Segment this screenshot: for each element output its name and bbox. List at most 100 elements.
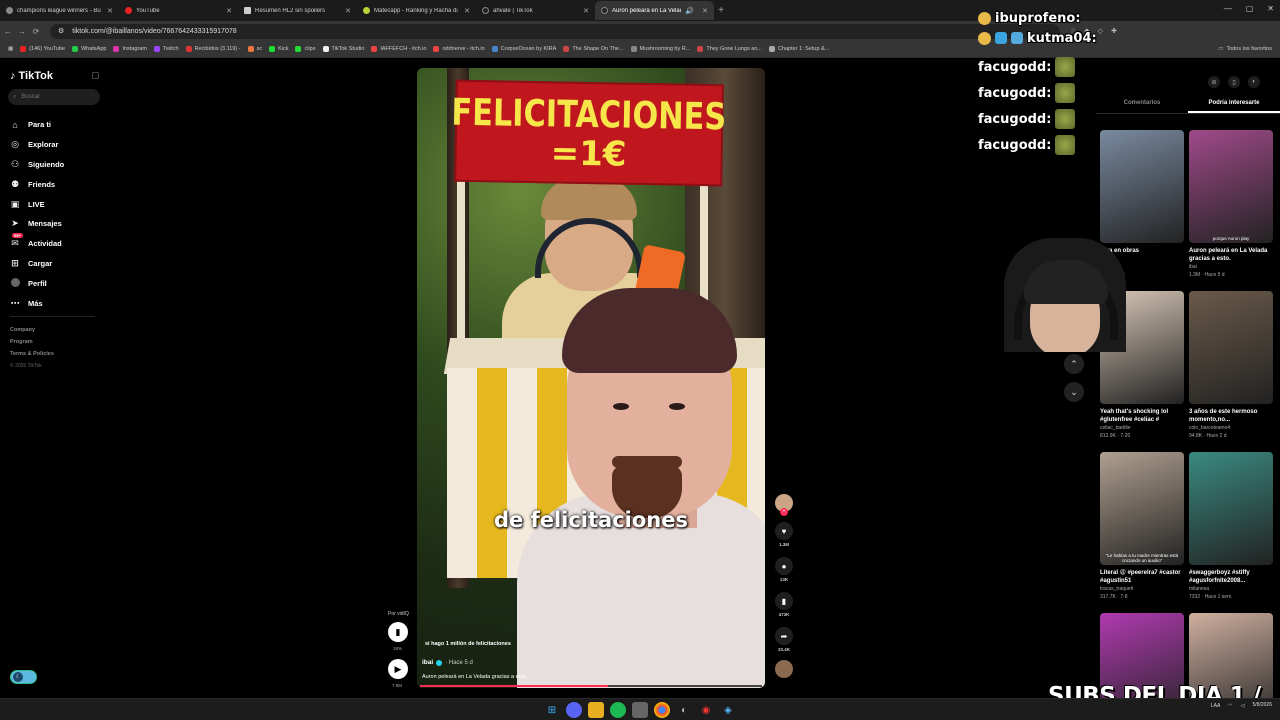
nav-item-mas[interactable]: ⋯ Más — [10, 293, 64, 313]
nav-item-cargar[interactable]: ⊞ Cargar — [10, 254, 64, 274]
bookmark[interactable]: Recibidos (3.119) - — [185, 46, 241, 52]
follow-plus-icon[interactable]: + — [780, 508, 788, 516]
folder-icon[interactable] — [588, 702, 604, 718]
close-icon[interactable]: ✕ — [464, 7, 470, 15]
music-disc-icon[interactable] — [775, 660, 793, 678]
video-player[interactable]: FELICITACIONES =1€ de felicitaciones — [417, 68, 765, 688]
video-thumbnail[interactable]: "Le habías a tu madre mientras está cruz… — [1100, 452, 1184, 565]
video-progress-bar[interactable] — [420, 685, 762, 687]
bookmark[interactable]: Chapter 1: Setup &... — [768, 46, 829, 52]
footer-link-terms[interactable]: Terms & Policies — [10, 348, 54, 360]
search-input[interactable]: ⌕ Buscar — [8, 89, 100, 105]
bookmark[interactable]: They Grew Lungs an... — [697, 46, 762, 52]
site-info-icon[interactable]: ⚙ — [58, 27, 64, 35]
card-author[interactable]: milanesa — [1189, 586, 1273, 592]
bookmark[interactable]: TikTok Studio — [322, 46, 364, 52]
steam-icon[interactable]: ◈ — [720, 702, 736, 718]
bookmark[interactable]: oddnerve - itch.io — [433, 46, 485, 52]
save-button[interactable]: ▮ 473K — [774, 592, 794, 617]
reload-icon[interactable]: ⟳ — [30, 27, 42, 36]
bookmark[interactable]: Instagram — [113, 46, 147, 52]
app-icon[interactable]: ◐ — [676, 702, 692, 718]
speaker-icon[interactable]: 🔊 — [685, 7, 694, 15]
bookmark[interactable]: sc — [247, 46, 262, 52]
nav-item-live[interactable]: ▣ LIVE — [10, 194, 64, 214]
card-author[interactable]: colo_barcoteamo4 — [1189, 425, 1273, 431]
browser-tab[interactable]: Resumen HL2 sin spoilers ✕ — [238, 1, 357, 20]
tab-comentarios[interactable]: Comentarios — [1096, 96, 1188, 113]
report-icon[interactable]: ⊘ — [1208, 76, 1220, 88]
play-button[interactable]: ▶ — [388, 659, 408, 679]
lang-indicator[interactable]: LAA — [1211, 703, 1220, 709]
bookmark[interactable]: WhatsApp — [72, 46, 106, 52]
bookmark[interactable]: Twitch — [153, 46, 179, 52]
recommended-video-card[interactable]: #swaggerboyz #stiffy #agusforfnite2008..… — [1189, 452, 1273, 600]
recommended-video-card[interactable]: porque Auron play Auron peleará en La Vel… — [1189, 130, 1273, 278]
browser-tab[interactable]: Matecapp - Ranking y Racha di ✕ — [357, 1, 476, 20]
footer-link-company[interactable]: Company — [10, 324, 54, 336]
discord-icon[interactable] — [566, 702, 582, 718]
theme-toggle[interactable]: ☾ — [10, 670, 37, 684]
browser-tab[interactable]: YouTube ✕ — [119, 1, 238, 20]
video-thumbnail[interactable] — [1100, 130, 1184, 243]
close-icon[interactable]: ✕ — [226, 7, 232, 15]
nav-item-actividad[interactable]: ✉ 99+ Actividad — [10, 233, 64, 254]
clock[interactable]: 5/8/2026 — [1253, 702, 1272, 709]
nav-item-siguiendo[interactable]: ⚇ Siguiendo — [10, 155, 64, 175]
tab-podria-interesarte[interactable]: Podría interesarte — [1188, 96, 1280, 113]
video-thumbnail[interactable]: porque Auron play — [1189, 130, 1273, 243]
nav-item-explorar[interactable]: ◎ Explorar — [10, 135, 64, 155]
bookmark[interactable]: clips — [295, 46, 316, 52]
creator-avatar[interactable]: + — [775, 494, 793, 516]
share-button[interactable]: ➦ 33.4K — [774, 627, 794, 652]
obs-icon[interactable]: ◉ — [698, 702, 714, 718]
card-author[interactable]: ibai — [1189, 264, 1273, 270]
copy-icon[interactable]: ▯ — [1228, 76, 1240, 88]
browser-tab[interactable]: champions league winners - Bu ✕ — [0, 1, 119, 20]
forward-icon[interactable]: → — [16, 27, 28, 36]
bookmark[interactable]: The Shape On The... — [563, 46, 624, 52]
nav-item-para-ti[interactable]: ⌂ Para ti — [10, 115, 64, 135]
nav-item-mensajes[interactable]: ➤ Mensajes — [10, 214, 64, 234]
bookmark[interactable]: Mushrooming by R... — [630, 46, 690, 52]
bookmark[interactable]: CorpseOcean by KIRA — [491, 46, 556, 52]
nav-item-perfil[interactable]: Perfil — [10, 273, 64, 293]
chevron-down-icon[interactable]: ⌄ — [1064, 382, 1084, 402]
bookmark[interactable]: IAFFEFCH - itch.io — [371, 46, 426, 52]
video-author[interactable]: ibai · Hace 5 d — [422, 659, 473, 666]
url-field[interactable]: ⚙ tiktok.com/@ibaillanos/video/766764243… — [50, 23, 1060, 39]
close-window-icon[interactable]: ✕ — [1267, 4, 1274, 13]
all-bookmarks[interactable]: ▭ Todos los favoritos — [1218, 46, 1272, 52]
recommended-video-card[interactable]: "Le habías a tu madre mientras está cruz… — [1100, 452, 1184, 600]
video-thumbnail[interactable] — [1189, 452, 1273, 565]
minimize-icon[interactable]: — — [1224, 4, 1232, 13]
recommended-video-card[interactable]: 3 años de este hermoso momento,no... colo… — [1189, 291, 1273, 439]
close-icon[interactable]: ✕ — [702, 7, 708, 15]
chrome-icon[interactable] — [654, 702, 670, 718]
close-icon[interactable]: ✕ — [583, 7, 589, 15]
apps-icon[interactable]: ▦ — [8, 46, 13, 52]
spotify-icon[interactable] — [610, 702, 626, 718]
footer-link-program[interactable]: Program — [10, 336, 54, 348]
stats-button[interactable]: ▮ — [388, 622, 408, 642]
bookmark[interactable]: Kick — [269, 46, 288, 52]
tiktok-logo[interactable]: ♪ TikTok — [10, 70, 53, 82]
comment-button[interactable]: ● 13K — [774, 557, 794, 582]
collapse-sidebar-icon[interactable] — [92, 72, 99, 79]
new-tab-button[interactable]: + — [714, 5, 728, 16]
close-icon[interactable]: ✕ — [107, 7, 113, 15]
windows-start-icon[interactable]: ⊞ — [544, 702, 560, 718]
card-author[interactable]: tracas_traqueti — [1100, 586, 1184, 592]
account-icon[interactable]: ◐ — [1248, 76, 1260, 88]
chevron-up-icon[interactable]: ⌃ — [1064, 354, 1084, 374]
close-icon[interactable]: ✕ — [345, 7, 351, 15]
volume-icon[interactable]: ◁ — [1241, 703, 1245, 709]
maximize-icon[interactable]: ▢ — [1246, 4, 1254, 13]
like-button[interactable]: ♥ 1.3M — [774, 522, 794, 547]
nav-item-friends[interactable]: ⚉ Friends — [10, 174, 64, 194]
card-author[interactable]: celiac_baddie — [1100, 425, 1184, 431]
browser-tab-active[interactable]: Auron peleará en La Velada 🔊 ✕ — [595, 1, 714, 20]
back-icon[interactable]: ← — [2, 27, 14, 36]
wifi-icon[interactable]: ◠ — [1228, 703, 1232, 709]
app-icon[interactable] — [632, 702, 648, 718]
